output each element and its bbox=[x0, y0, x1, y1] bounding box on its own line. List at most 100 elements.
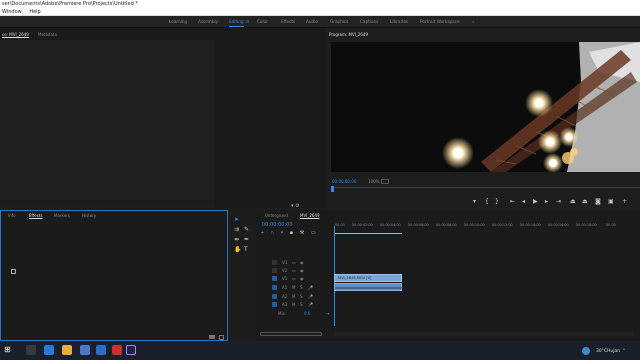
settings-icon[interactable]: ⚙ bbox=[295, 203, 299, 209]
tray-chevron-icon[interactable]: ⌃ bbox=[622, 349, 626, 354]
mail-icon[interactable] bbox=[96, 345, 106, 355]
program-playhead[interactable] bbox=[331, 186, 334, 192]
sync-lock-icon[interactable]: ▭ bbox=[292, 268, 296, 273]
trash-icon[interactable] bbox=[219, 335, 224, 340]
timeline-zoom-scrollbar[interactable] bbox=[260, 332, 322, 336]
eye-icon[interactable]: ◉ bbox=[300, 276, 304, 281]
program-timecode[interactable]: 00:00:00:00 bbox=[332, 179, 356, 184]
step-forward-icon[interactable]: ▸ bbox=[545, 198, 548, 205]
program-scrubber[interactable] bbox=[331, 187, 640, 188]
pen-tool-icon[interactable]: ✒ bbox=[244, 236, 249, 243]
workspace-audio[interactable]: Audio bbox=[306, 16, 318, 28]
mic-icon[interactable]: 🎤 bbox=[308, 302, 313, 307]
add-marker-icon[interactable]: ▾ bbox=[473, 198, 476, 205]
snap-icon[interactable]: ⌖ bbox=[261, 230, 264, 236]
lift-icon[interactable]: ⏏ bbox=[570, 198, 576, 205]
play-icon[interactable]: ▶ bbox=[533, 198, 538, 205]
premiere-pro-icon[interactable] bbox=[126, 345, 136, 355]
captions-icon[interactable]: ▭ bbox=[311, 230, 316, 236]
menu-window[interactable]: Window bbox=[2, 9, 22, 15]
workspace-color[interactable]: Color bbox=[257, 16, 268, 28]
ripple-edit-tool-icon[interactable]: ⇹ bbox=[234, 236, 239, 243]
selection-tool-icon[interactable]: ➤ bbox=[234, 216, 239, 223]
step-back-icon[interactable]: ◂ bbox=[522, 198, 525, 205]
office-icon[interactable] bbox=[112, 345, 122, 355]
file-explorer-icon[interactable] bbox=[62, 345, 72, 355]
marker-icon[interactable]: ▪ bbox=[290, 230, 293, 236]
razor-tool-icon[interactable]: ✎ bbox=[244, 226, 249, 233]
button-editor-icon[interactable]: + bbox=[622, 198, 627, 205]
master-skip-icon[interactable]: ⇥ bbox=[326, 311, 329, 316]
audio-clip[interactable] bbox=[334, 283, 403, 291]
workspace-menu-icon[interactable]: ≡ bbox=[246, 16, 250, 28]
workspace-editing[interactable]: Editing bbox=[229, 16, 244, 28]
add-marker-timeline-icon[interactable]: ▾ bbox=[281, 230, 284, 236]
mic-icon[interactable]: 🎤 bbox=[308, 285, 313, 290]
program-zoom-select[interactable]: 100% bbox=[368, 179, 379, 184]
solo-icon[interactable]: S bbox=[300, 302, 303, 307]
video-clip[interactable]: MVI_2649.MOV [V] bbox=[334, 274, 402, 282]
comparison-view-icon[interactable]: ▣ bbox=[608, 198, 614, 205]
mark-in-icon[interactable]: { bbox=[485, 198, 489, 205]
mute-icon[interactable]: M bbox=[292, 294, 295, 299]
lock-icon[interactable] bbox=[272, 260, 277, 265]
filter-icon[interactable]: ▾ bbox=[291, 203, 294, 209]
wrench-icon[interactable]: ⚒ bbox=[300, 230, 304, 236]
edge-browser-icon[interactable] bbox=[44, 345, 54, 355]
timeline-timecode[interactable]: 00:00:00:00 bbox=[262, 222, 293, 228]
workspace-learning[interactable]: Learning bbox=[169, 16, 187, 28]
track-select-tool-icon[interactable]: ⇉ bbox=[234, 226, 239, 233]
weather-condition[interactable]: Hujan bbox=[607, 349, 620, 354]
master-volume[interactable]: 0.0 bbox=[304, 311, 310, 316]
weather-temp[interactable]: 30°C bbox=[596, 349, 607, 354]
new-bin-icon[interactable] bbox=[11, 269, 16, 274]
workspace-overflow-icon[interactable]: » bbox=[472, 16, 475, 28]
source-patch-a2[interactable] bbox=[272, 294, 277, 299]
workspace-captions[interactable]: Captions bbox=[360, 16, 378, 28]
mute-icon[interactable]: M bbox=[292, 285, 295, 290]
tab-markers[interactable]: Markers bbox=[54, 213, 70, 218]
store-icon[interactable] bbox=[80, 345, 90, 355]
timeline-horizontal-scroll[interactable] bbox=[334, 332, 634, 336]
type-tool-icon[interactable]: T bbox=[244, 246, 248, 253]
workspace-assembly[interactable]: Assembly bbox=[198, 16, 218, 28]
workspace-graphics[interactable]: Graphics bbox=[330, 16, 349, 28]
tab-sequence-2[interactable]: MVI_2649 bbox=[300, 213, 320, 218]
tab-info[interactable]: Info bbox=[8, 213, 16, 218]
zoom-dropdown-icon[interactable] bbox=[381, 179, 389, 184]
eye-icon[interactable]: ◉ bbox=[300, 260, 304, 265]
weather-icon[interactable] bbox=[582, 347, 590, 355]
program-title[interactable]: Program: MVI_2649 bbox=[329, 32, 368, 37]
search-icon[interactable] bbox=[26, 345, 36, 355]
timeline-ruler[interactable]: 00:00 00:00:02:00 00:00:04:00 00:00:06:0… bbox=[334, 222, 640, 234]
sync-lock-icon[interactable]: ▭ bbox=[292, 276, 296, 281]
tab-history[interactable]: History bbox=[82, 213, 96, 218]
linked-selection-icon[interactable]: ∩ bbox=[270, 230, 274, 236]
source-patch-v1[interactable] bbox=[272, 276, 277, 281]
folder-icon[interactable] bbox=[209, 335, 215, 339]
export-frame-icon[interactable]: ◙ bbox=[595, 198, 601, 205]
source-patch-a1[interactable] bbox=[272, 285, 277, 290]
work-area-bar[interactable] bbox=[334, 233, 402, 234]
go-to-out-icon[interactable]: ⇥ bbox=[556, 198, 561, 205]
mark-out-icon[interactable]: } bbox=[495, 198, 499, 205]
windows-start-icon[interactable]: ⊞ bbox=[4, 346, 12, 354]
go-to-in-icon[interactable]: ⇤ bbox=[510, 198, 515, 205]
workspace-effects[interactable]: Effects bbox=[281, 16, 295, 28]
source-patch-a3[interactable] bbox=[272, 302, 277, 307]
workspace-portrait[interactable]: Portrait Workspace bbox=[420, 16, 460, 28]
solo-icon[interactable]: S bbox=[300, 294, 303, 299]
extract-icon[interactable]: ⏏ bbox=[582, 198, 588, 205]
mute-icon[interactable]: M bbox=[292, 302, 295, 307]
hand-tool-icon[interactable]: ✋ bbox=[234, 246, 241, 253]
mic-icon[interactable]: 🎤 bbox=[308, 294, 313, 299]
workspace-libraries[interactable]: Libraries bbox=[390, 16, 408, 28]
tab-sequence-1[interactable]: Untergrund bbox=[265, 213, 288, 218]
tab-metadata[interactable]: Metadata bbox=[38, 32, 57, 37]
eye-icon[interactable]: ◉ bbox=[300, 268, 304, 273]
lock-icon[interactable] bbox=[272, 268, 277, 273]
sync-lock-icon[interactable]: ▭ bbox=[292, 260, 296, 265]
tab-effects[interactable]: Effects bbox=[29, 213, 43, 218]
menu-help[interactable]: Help bbox=[29, 9, 40, 15]
tab-source[interactable]: ce: MVI_2649 bbox=[2, 32, 29, 37]
